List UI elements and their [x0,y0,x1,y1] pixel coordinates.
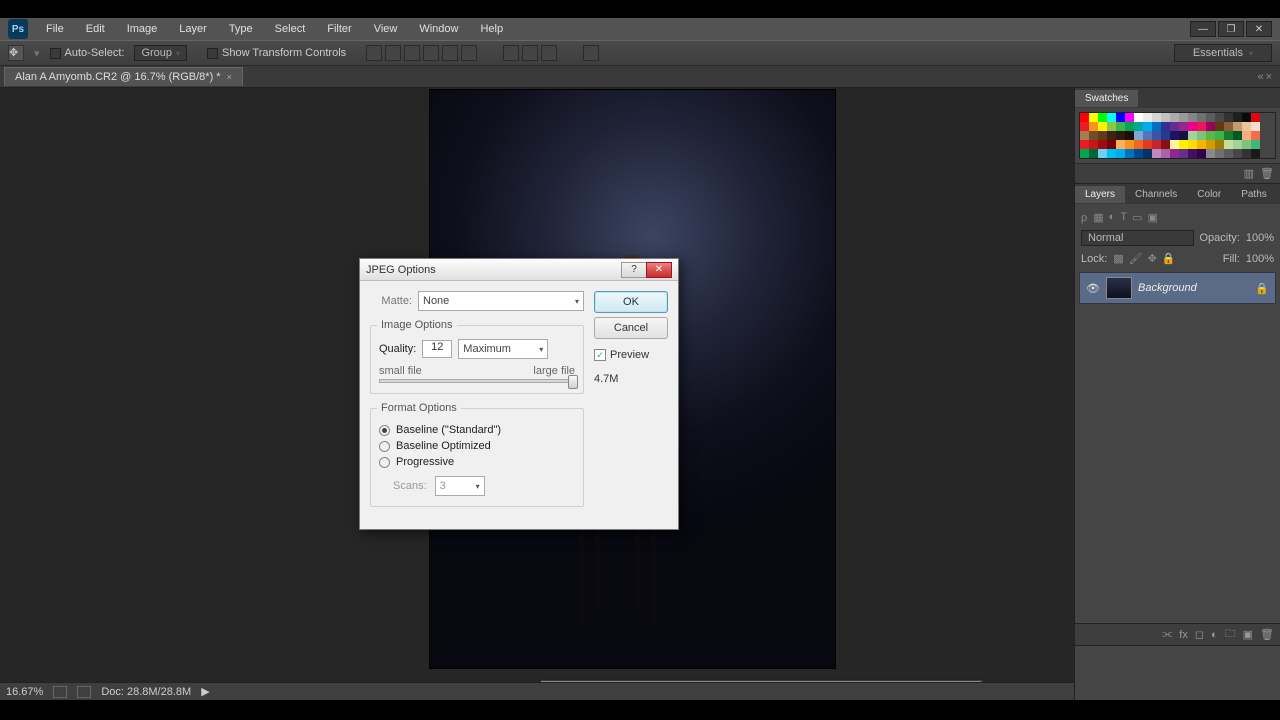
dialog-titlebar[interactable]: JPEG Options ? ✕ [360,259,678,281]
dialog-help-button[interactable]: ? [621,262,647,278]
menu-edit[interactable]: Edit [78,21,113,37]
show-transform-checkbox[interactable]: Show Transform Controls [207,47,346,59]
photoshop-window: Ps File Edit Image Layer Type Select Fil… [0,18,1280,700]
image-options-group: Image Options Quality: 12 Maximum▾ small… [370,319,584,394]
document-tab[interactable]: Alan A Amyomb.CR2 @ 16.7% (RGB/8*) * × [4,67,243,86]
dialog-title: JPEG Options [366,264,436,276]
menu-layer[interactable]: Layer [171,21,215,37]
move-tool-icon[interactable]: ✥ [8,45,24,61]
menu-filter[interactable]: Filter [319,21,359,37]
cancel-button[interactable]: Cancel [594,317,668,339]
radio-baseline-optimized[interactable]: Baseline Optimized [379,438,575,454]
scans-label: Scans: [393,480,427,492]
window-maximize-button[interactable]: ❐ [1218,21,1244,37]
scans-dropdown: 3▾ [435,476,485,496]
document-tab-close-icon[interactable]: × [227,72,232,82]
distribute-icon[interactable] [503,45,519,61]
align-vcenter-icon[interactable] [385,45,401,61]
quality-slider[interactable] [379,379,575,383]
format-options-group: Format Options Baseline ("Standard") Bas… [370,402,584,507]
checkbox-icon[interactable]: ✓ [594,349,606,361]
radio-progressive[interactable]: Progressive [379,454,575,470]
align-hcenter-icon[interactable] [442,45,458,61]
menu-image[interactable]: Image [119,21,166,37]
workspace-switcher[interactable]: Essentials▾ [1174,44,1272,62]
image-options-legend: Image Options [377,319,457,331]
align-top-icon[interactable] [366,45,382,61]
align-left-icon[interactable] [423,45,439,61]
3d-mode-icon[interactable] [583,45,599,61]
window-close-button[interactable]: ✕ [1246,21,1272,37]
auto-select-checkbox[interactable]: Auto-Select: [50,47,125,59]
radio-label: Baseline Optimized [396,440,491,452]
quality-preset-dropdown[interactable]: Maximum▾ [458,339,548,359]
align-bottom-icon[interactable] [404,45,420,61]
doc-collapse-icon[interactable]: « [1257,71,1263,83]
preview-label: Preview [610,349,649,361]
distribute-icon[interactable] [522,45,538,61]
app-logo: Ps [8,19,28,39]
quality-input[interactable]: 12 [422,340,452,358]
radio-label: Baseline ("Standard") [396,424,501,436]
menu-window[interactable]: Window [411,21,466,37]
menu-type[interactable]: Type [221,21,261,37]
preview-checkbox[interactable]: ✓ Preview [594,349,668,361]
document-tab-label: Alan A Amyomb.CR2 @ 16.7% (RGB/8*) * [15,71,221,83]
document-tab-bar: Alan A Amyomb.CR2 @ 16.7% (RGB/8*) * × «… [0,66,1280,88]
show-transform-label: Show Transform Controls [222,47,346,59]
quality-label: Quality: [379,343,416,355]
auto-select-target-dropdown[interactable]: Group▾ [134,45,187,61]
align-right-icon[interactable] [461,45,477,61]
radio-label: Progressive [396,456,454,468]
dialog-close-button[interactable]: ✕ [646,262,672,278]
workspace: ✥ ◫ ◡ ✦ ✂ ✎ ✚ 🖌 ⛉ ↺ ◧ ▣ 💧 ◯ ✒ T ▶ ▭ ✋ 🔍 [0,88,1280,700]
distribute-icon[interactable] [541,45,557,61]
doc-close-all-icon[interactable]: × [1266,71,1272,83]
matte-label: Matte: [370,295,412,307]
jpeg-options-dialog: JPEG Options ? ✕ Matte: None▾ [359,258,679,530]
radio-icon[interactable] [379,425,390,436]
matte-dropdown[interactable]: None▾ [418,291,584,311]
menu-file[interactable]: File [38,21,72,37]
menu-view[interactable]: View [366,21,406,37]
format-options-legend: Format Options [377,402,461,414]
auto-select-label: Auto-Select: [65,47,125,59]
menu-select[interactable]: Select [267,21,314,37]
radio-icon[interactable] [379,441,390,452]
window-minimize-button[interactable]: — [1190,21,1216,37]
slider-thumb[interactable] [568,375,578,389]
radio-baseline-standard[interactable]: Baseline ("Standard") [379,422,575,438]
options-bar: ✥ ▾ Auto-Select: Group▾ Show Transform C… [0,40,1280,66]
menu-bar: Ps File Edit Image Layer Type Select Fil… [0,18,1280,40]
dialog-backdrop: JPEG Options ? ✕ Matte: None▾ [0,88,1280,700]
ok-button[interactable]: OK [594,291,668,313]
menu-help[interactable]: Help [472,21,511,37]
radio-icon[interactable] [379,457,390,468]
filesize-readout: 4.7M [594,373,668,385]
slider-small-label: small file [379,365,422,377]
